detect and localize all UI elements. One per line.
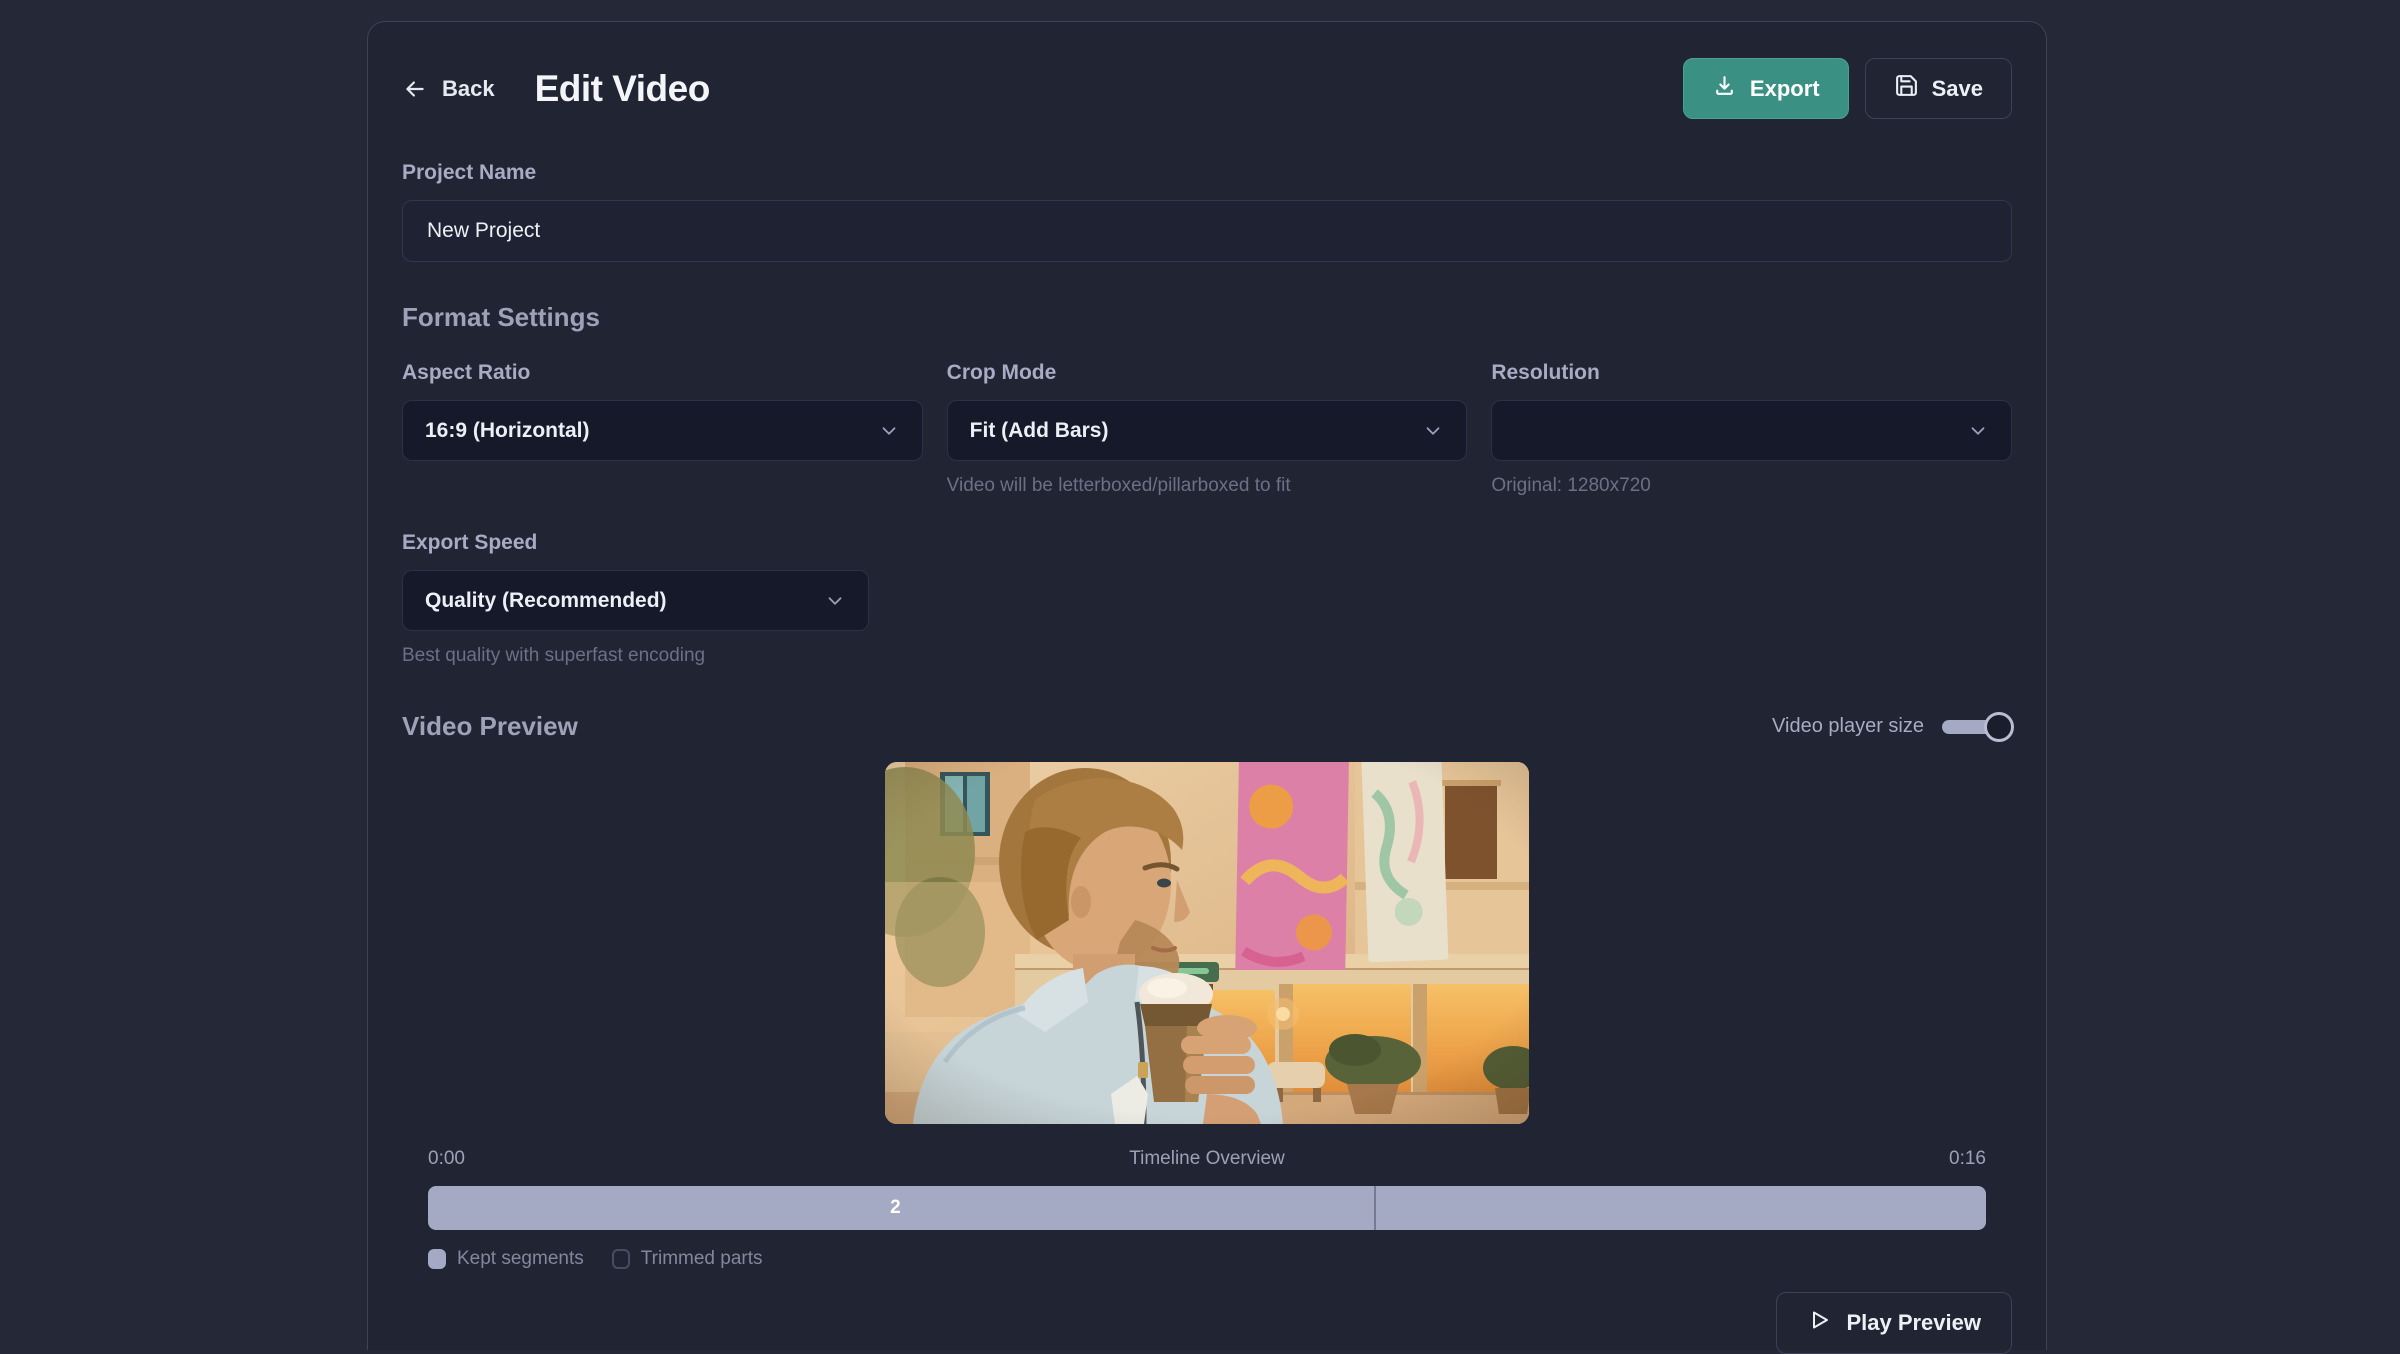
chevron-down-icon xyxy=(878,420,900,442)
crop-mode-field: Crop Mode Fit (Add Bars) Video will be l… xyxy=(947,361,1468,497)
player-size-slider[interactable] xyxy=(1942,712,2012,742)
timeline-segment-label: 2 xyxy=(890,1197,901,1219)
crop-mode-value: Fit (Add Bars) xyxy=(970,419,1109,443)
play-icon xyxy=(1807,1308,1831,1338)
export-speed-label: Export Speed xyxy=(402,531,869,555)
crop-mode-helper: Video will be letterboxed/pillarboxed to… xyxy=(947,475,1468,497)
project-name-input[interactable] xyxy=(402,200,2012,262)
export-button[interactable]: Export xyxy=(1683,58,1849,119)
aspect-ratio-value: 16:9 (Horizontal) xyxy=(425,419,590,443)
export-speed-field: Export Speed Quality (Recommended) Best … xyxy=(402,531,869,667)
trimmed-parts-swatch-icon xyxy=(612,1249,630,1269)
player-size-slider-thumb[interactable] xyxy=(1984,712,2014,742)
player-size-label: Video player size xyxy=(1772,715,1924,738)
timeline-end-time: 0:16 xyxy=(1949,1148,1986,1170)
resolution-helper: Original: 1280x720 xyxy=(1491,475,2012,497)
timeline-start-time: 0:00 xyxy=(428,1148,465,1170)
back-label: Back xyxy=(442,76,495,102)
floppy-disk-icon xyxy=(1894,73,1919,104)
format-settings-heading: Format Settings xyxy=(402,302,2012,333)
legend-trimmed-parts: Trimmed parts xyxy=(612,1248,763,1270)
save-button[interactable]: Save xyxy=(1865,58,2012,119)
export-speed-helper: Best quality with superfast encoding xyxy=(402,645,869,667)
page-title: Edit Video xyxy=(535,68,710,110)
resolution-select[interactable] xyxy=(1491,400,2012,461)
back-button[interactable]: Back xyxy=(402,76,495,102)
video-preview-frame xyxy=(885,762,1529,1124)
timeline-overview-bar[interactable]: 2 xyxy=(428,1186,1986,1230)
play-preview-button[interactable]: Play Preview xyxy=(1776,1292,2012,1354)
aspect-ratio-helper xyxy=(402,475,923,497)
timeline-section: 0:00 Timeline Overview 0:16 2 Kept segme… xyxy=(428,1148,1986,1270)
edit-video-panel: Back Edit Video Export Save Project Name… xyxy=(367,21,2047,1350)
download-icon xyxy=(1712,73,1737,104)
export-button-label: Export xyxy=(1750,76,1820,102)
chevron-down-icon xyxy=(1422,420,1444,442)
timeline-title: Timeline Overview xyxy=(1129,1148,1285,1170)
export-speed-select[interactable]: Quality (Recommended) xyxy=(402,570,869,631)
chevron-down-icon xyxy=(1967,420,1989,442)
aspect-ratio-field: Aspect Ratio 16:9 (Horizontal) xyxy=(402,361,923,497)
aspect-ratio-label: Aspect Ratio xyxy=(402,361,923,385)
kept-segments-swatch-icon xyxy=(428,1249,446,1269)
play-preview-label: Play Preview xyxy=(1846,1310,1981,1336)
export-speed-value: Quality (Recommended) xyxy=(425,589,667,613)
project-name-label: Project Name xyxy=(402,161,2012,185)
chevron-down-icon xyxy=(824,590,846,612)
resolution-label: Resolution xyxy=(1491,361,2012,385)
video-still-man-with-coffee xyxy=(885,762,1529,1124)
crop-mode-label: Crop Mode xyxy=(947,361,1468,385)
video-preview-heading: Video Preview xyxy=(402,711,578,742)
aspect-ratio-select[interactable]: 16:9 (Horizontal) xyxy=(402,400,923,461)
resolution-field: Resolution Original: 1280x720 xyxy=(1491,361,2012,497)
timeline-divider xyxy=(1374,1186,1376,1230)
back-arrow-icon xyxy=(402,76,428,102)
header: Back Edit Video Export Save xyxy=(402,58,2012,119)
legend-kept-segments: Kept segments xyxy=(428,1248,584,1270)
crop-mode-select[interactable]: Fit (Add Bars) xyxy=(947,400,1468,461)
save-button-label: Save xyxy=(1932,76,1983,102)
